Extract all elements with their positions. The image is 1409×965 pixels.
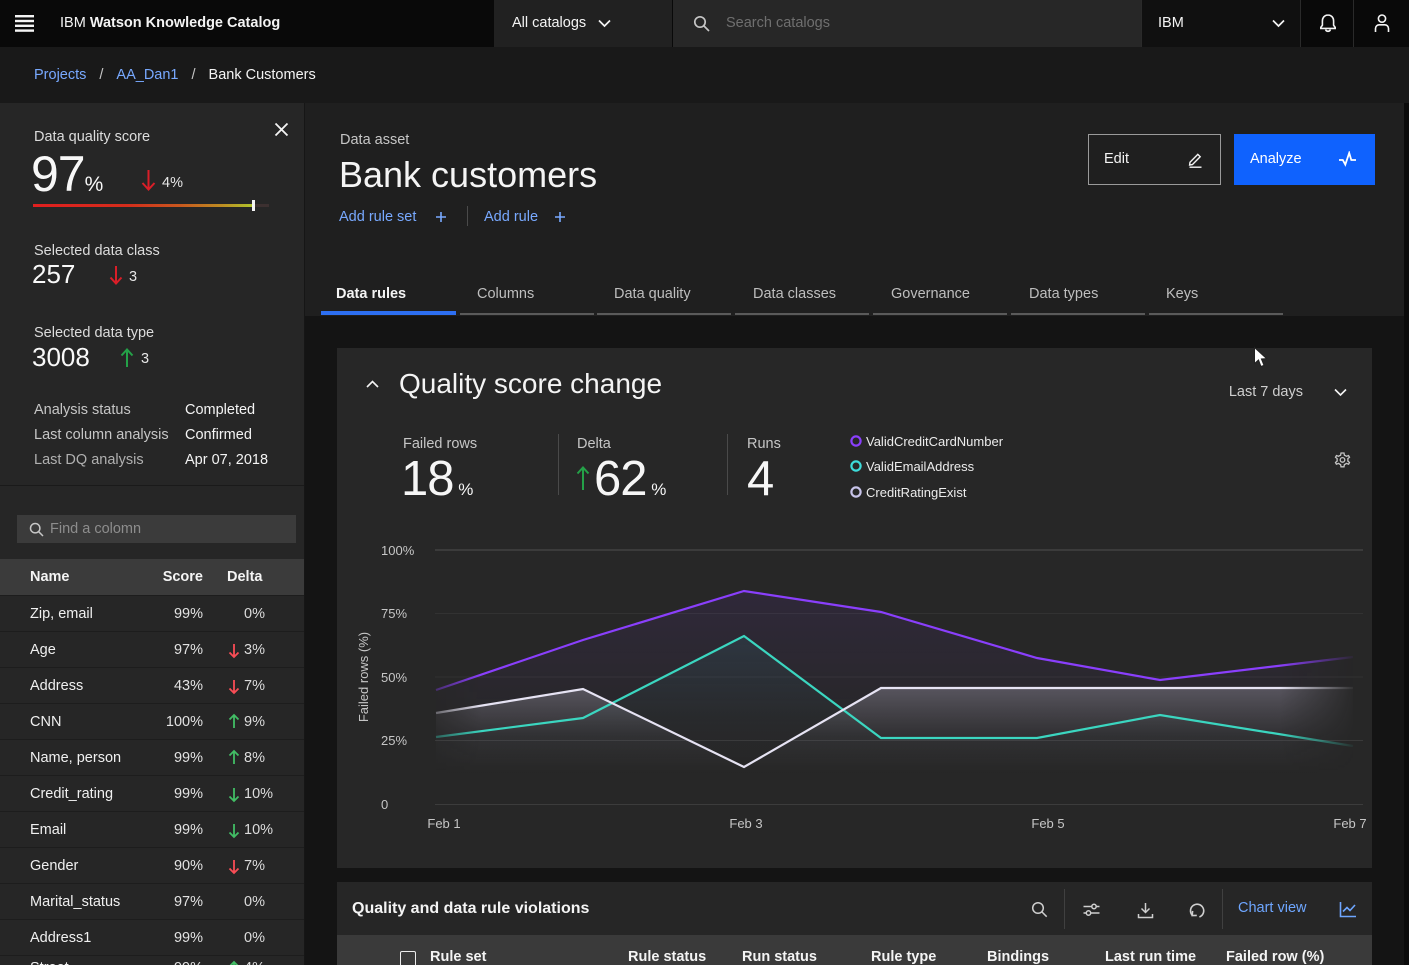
svg-text:Feb 7: Feb 7 — [1333, 816, 1366, 831]
svg-text:0: 0 — [381, 797, 388, 812]
svg-text:Feb 5: Feb 5 — [1031, 816, 1064, 831]
svg-text:75%: 75% — [381, 606, 407, 621]
svg-text:Feb 1: Feb 1 — [427, 816, 460, 831]
svg-text:50%: 50% — [381, 670, 407, 685]
svg-text:100%: 100% — [381, 543, 415, 558]
svg-text:25%: 25% — [381, 733, 407, 748]
svg-text:Failed rows (%): Failed rows (%) — [356, 632, 371, 722]
svg-text:Feb 3: Feb 3 — [729, 816, 762, 831]
